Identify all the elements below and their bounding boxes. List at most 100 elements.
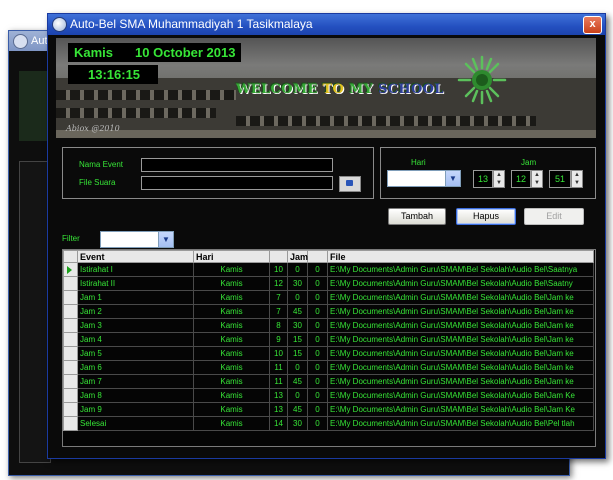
file-cell[interactable]: E:\My Documents\Admin Guru\SMAM\Bel Seko… (327, 332, 594, 347)
column-header-hari[interactable]: Hari (193, 250, 270, 263)
table-row[interactable]: Jam 9 Kamis 13 45 0 E:\My Documents\Admin Gur… (63, 402, 594, 417)
spin-up-icon[interactable]: ▲ (494, 171, 504, 179)
file-cell[interactable]: E:\My Documents\Admin Guru\SMAM\Bel Seko… (327, 276, 594, 291)
hour-cell[interactable]: 11 (269, 374, 288, 389)
event-cell[interactable]: Jam 9 (77, 402, 194, 417)
nama-event-input[interactable] (141, 158, 333, 172)
minute-cell[interactable]: 15 (287, 332, 308, 347)
hari-cell[interactable]: Kamis (193, 346, 270, 361)
file-cell[interactable]: E:\My Documents\Admin Guru\SMAM\Bel Seko… (327, 416, 594, 431)
hari-cell[interactable]: Kamis (193, 416, 270, 431)
minute-cell[interactable]: 0 (287, 360, 308, 375)
spin-up-icon[interactable]: ▲ (572, 171, 582, 179)
event-cell[interactable]: Jam 6 (77, 360, 194, 375)
minute-cell[interactable]: 15 (287, 346, 308, 361)
hour-cell[interactable]: 10 (269, 262, 288, 277)
browse-file-button[interactable] (339, 176, 361, 192)
second-cell[interactable]: 0 (307, 416, 328, 431)
spin-down-icon[interactable]: ▼ (494, 179, 504, 187)
minute-cell[interactable]: 45 (287, 374, 308, 389)
hour-cell[interactable]: 10 (269, 346, 288, 361)
table-row[interactable]: Jam 7 Kamis 11 45 0 E:\My Documents\Admin Gur… (63, 374, 594, 389)
hour-cell[interactable]: 13 (269, 388, 288, 403)
minute-cell[interactable]: 30 (287, 276, 308, 291)
minute-cell[interactable]: 30 (287, 416, 308, 431)
hari-cell[interactable]: Kamis (193, 262, 270, 277)
column-header-blank[interactable] (307, 250, 328, 263)
table-row[interactable]: Jam 4 Kamis 9 15 0 E:\My Documents\Admin Guru… (63, 332, 594, 347)
hari-cell[interactable]: Kamis (193, 332, 270, 347)
tambah-button[interactable]: Tambah (388, 208, 446, 225)
column-header-blank[interactable] (269, 250, 288, 263)
spin-down-icon[interactable]: ▼ (572, 179, 582, 187)
hapus-button[interactable]: Hapus (456, 208, 516, 225)
second-cell[interactable]: 0 (307, 346, 328, 361)
chevron-down-icon[interactable]: ▼ (445, 171, 460, 186)
minute-spinner-value[interactable]: 12 (511, 170, 531, 188)
event-cell[interactable]: Jam 4 (77, 332, 194, 347)
second-cell[interactable]: 0 (307, 304, 328, 319)
table-row[interactable]: Jam 6 Kamis 11 0 0 E:\My Documents\Admin Guru… (63, 360, 594, 375)
event-cell[interactable]: Jam 2 (77, 304, 194, 319)
file-cell[interactable]: E:\My Documents\Admin Guru\SMAM\Bel Seko… (327, 318, 594, 333)
minute-cell[interactable]: 45 (287, 402, 308, 417)
file-cell[interactable]: E:\My Documents\Admin Guru\SMAM\Bel Seko… (327, 374, 594, 389)
second-cell[interactable]: 0 (307, 360, 328, 375)
event-cell[interactable]: Istirahat I (77, 262, 194, 277)
hari-cell[interactable]: Kamis (193, 402, 270, 417)
table-row[interactable]: Istirahat I Kamis 10 0 0 E:\My Documents\Admi… (63, 262, 594, 277)
column-header-event[interactable]: Event (77, 250, 194, 263)
hari-cell[interactable]: Kamis (193, 374, 270, 389)
hari-select[interactable]: ▼ (387, 170, 461, 187)
spin-down-icon[interactable]: ▼ (532, 179, 542, 187)
hour-cell[interactable]: 11 (269, 360, 288, 375)
event-cell[interactable]: Jam 3 (77, 318, 194, 333)
second-cell[interactable]: 0 (307, 290, 328, 305)
minute-cell[interactable]: 45 (287, 304, 308, 319)
file-cell[interactable]: E:\My Documents\Admin Guru\SMAM\Bel Seko… (327, 360, 594, 375)
second-cell[interactable]: 0 (307, 318, 328, 333)
table-row[interactable]: Selesai Kamis 14 30 0 E:\My Documents\Admin G… (63, 416, 594, 431)
second-cell[interactable]: 0 (307, 402, 328, 417)
table-row[interactable]: Jam 3 Kamis 8 30 0 E:\My Documents\Admin Guru… (63, 318, 594, 333)
minute-spinner-buttons[interactable]: ▲ ▼ (531, 170, 543, 188)
event-cell[interactable]: Jam 7 (77, 374, 194, 389)
file-cell[interactable]: E:\My Documents\Admin Guru\SMAM\Bel Seko… (327, 262, 594, 277)
hari-cell[interactable]: Kamis (193, 304, 270, 319)
minute-cell[interactable]: 30 (287, 318, 308, 333)
minute-cell[interactable]: 0 (287, 290, 308, 305)
file-cell[interactable]: E:\My Documents\Admin Guru\SMAM\Bel Seko… (327, 346, 594, 361)
second-cell[interactable]: 0 (307, 262, 328, 277)
second-cell[interactable]: 0 (307, 332, 328, 347)
file-cell[interactable]: E:\My Documents\Admin Guru\SMAM\Bel Seko… (327, 290, 594, 305)
hari-cell[interactable]: Kamis (193, 318, 270, 333)
spin-up-icon[interactable]: ▲ (532, 171, 542, 179)
hour-cell[interactable]: 7 (269, 290, 288, 305)
close-button[interactable]: x (583, 16, 602, 34)
minute-cell[interactable]: 0 (287, 388, 308, 403)
hour-spinner-value[interactable]: 13 (473, 170, 493, 188)
second-cell[interactable]: 0 (307, 374, 328, 389)
table-row[interactable]: Jam 5 Kamis 10 15 0 E:\My Documents\Admin Gur… (63, 346, 594, 361)
second-spinner-buttons[interactable]: ▲ ▼ (571, 170, 583, 188)
hour-cell[interactable]: 12 (269, 276, 288, 291)
file-cell[interactable]: E:\My Documents\Admin Guru\SMAM\Bel Seko… (327, 304, 594, 319)
edit-button[interactable]: Edit (524, 208, 584, 225)
hour-cell[interactable]: 7 (269, 304, 288, 319)
second-cell[interactable]: 0 (307, 388, 328, 403)
second-cell[interactable]: 0 (307, 276, 328, 291)
minute-cell[interactable]: 0 (287, 262, 308, 277)
chevron-down-icon[interactable]: ▼ (158, 232, 173, 247)
hour-cell[interactable]: 14 (269, 416, 288, 431)
filter-select[interactable]: ▼ (100, 231, 174, 248)
column-header-jam[interactable]: Jam (287, 250, 308, 263)
hour-spinner-buttons[interactable]: ▲ ▼ (493, 170, 505, 188)
hari-cell[interactable]: Kamis (193, 360, 270, 375)
titlebar[interactable]: Auto-Bel SMA Muhammadiyah 1 Tasikmalaya … (48, 14, 605, 35)
table-row[interactable]: Istirahat II Kamis 12 30 0 E:\My Documents\Ad… (63, 276, 594, 291)
table-row[interactable]: Jam 8 Kamis 13 0 0 E:\My Documents\Admin Guru… (63, 388, 594, 403)
event-cell[interactable]: Jam 8 (77, 388, 194, 403)
hour-cell[interactable]: 8 (269, 318, 288, 333)
file-cell[interactable]: E:\My Documents\Admin Guru\SMAM\Bel Seko… (327, 388, 594, 403)
column-header-file[interactable]: File (327, 250, 594, 263)
